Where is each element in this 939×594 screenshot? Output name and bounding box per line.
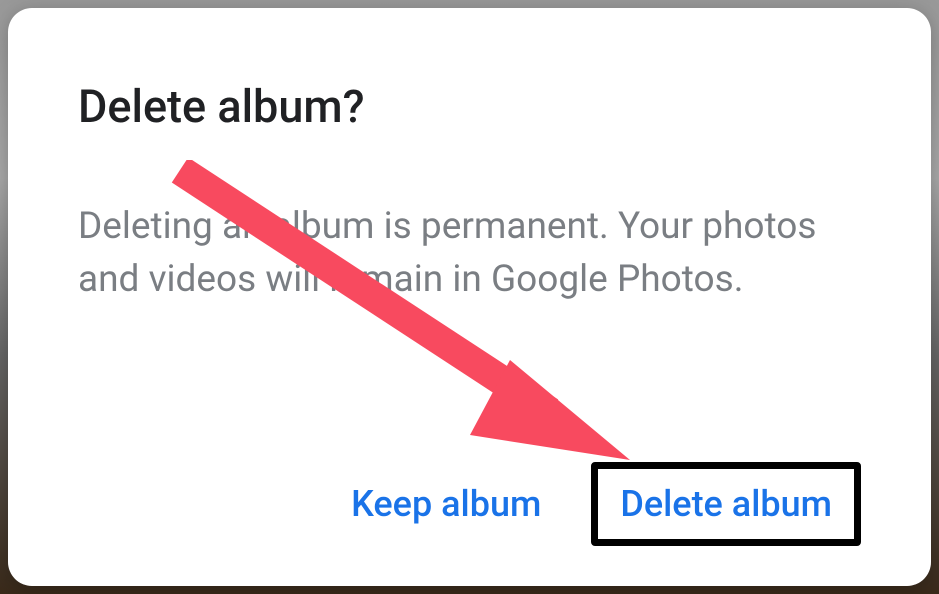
dialog-body-text: Deleting an album is permanent. Your pho… xyxy=(78,201,861,438)
keep-album-button[interactable]: Keep album xyxy=(329,469,563,539)
delete-album-button[interactable]: Delete album xyxy=(591,462,861,546)
dialog-actions: Keep album Delete album xyxy=(78,462,861,546)
delete-album-dialog: Delete album? Deleting an album is perma… xyxy=(8,8,931,586)
dialog-title: Delete album? xyxy=(78,80,861,133)
